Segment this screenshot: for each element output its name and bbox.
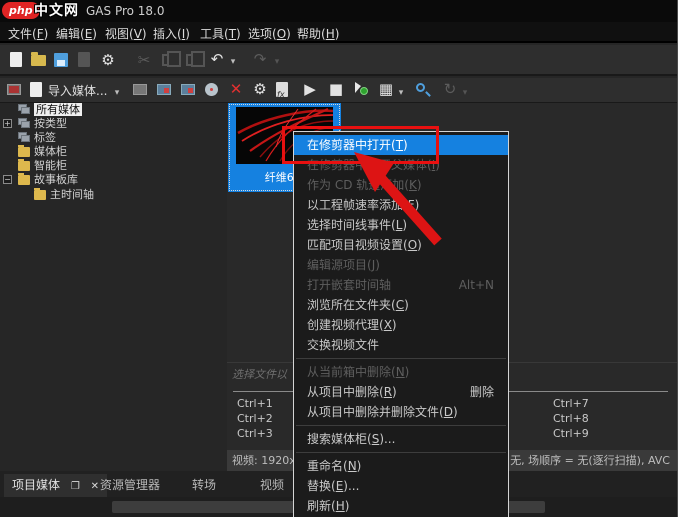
import-media-button[interactable]: 导入媒体... xyxy=(48,82,107,99)
bin-icon xyxy=(34,188,46,200)
site-watermark: 中文网 xyxy=(34,3,79,19)
tree-item-tags[interactable]: 标签 xyxy=(0,131,227,145)
menu-item-add-as-cd-track: 作为 CD 轨道添加(K) xyxy=(307,178,422,192)
tab-transitions[interactable]: 转场 xyxy=(184,474,224,497)
save-project-icon[interactable] xyxy=(51,50,71,70)
capture-screenshot-icon[interactable] xyxy=(130,80,150,100)
views-grid-icon[interactable]: ▦ xyxy=(376,79,396,99)
menu-file[interactable]: 文件(F) xyxy=(8,25,48,42)
selection-hint-text: 选择文件以 xyxy=(232,368,287,381)
menu-separator xyxy=(294,355,508,362)
menu-item-edit-source-project: 编辑源项目(J) xyxy=(307,258,380,272)
undo-dropdown-icon[interactable]: ▾ xyxy=(228,52,238,72)
status-video-left: 视频: 1920x xyxy=(232,454,296,467)
copy-icon[interactable] xyxy=(158,50,181,70)
get-photo-icon[interactable] xyxy=(178,80,198,100)
collapse-minus-icon[interactable]: − xyxy=(3,175,12,184)
menu-insert[interactable]: 插入(I) xyxy=(153,25,190,42)
project-properties-gear-icon[interactable]: ⚙ xyxy=(98,50,118,70)
menu-item-add-at-project-framerate[interactable]: 以工程帧速率添加(F) xyxy=(294,195,508,215)
shortcut-divider-right xyxy=(509,391,668,392)
cut-icon[interactable]: ✂ xyxy=(134,50,154,70)
tree-item-storyboard-library[interactable]: − 故事板库 xyxy=(0,173,227,187)
media-toolbar: 导入媒体... ▾ ✕ ⚙ ▶ ■ ▦ ▾ ↻ ▾ xyxy=(0,78,677,105)
menu-item-browse-containing-folder[interactable]: 浏览所在文件夹(C) xyxy=(294,295,508,315)
tab-video-fx[interactable]: 视频 xyxy=(252,474,292,497)
tree-item-by-type[interactable]: + 按类型 xyxy=(0,117,227,131)
shortcut-list-right: Ctrl+7 Ctrl+8 Ctrl+9 xyxy=(553,397,589,440)
bin-icon xyxy=(18,159,30,171)
media-fx-icon[interactable] xyxy=(274,80,294,105)
shortcut-divider-left xyxy=(233,391,293,392)
auto-preview-icon[interactable] xyxy=(350,79,370,99)
menu-item-remove-from-project[interactable]: 从项目中删除(R) 删除 xyxy=(294,382,508,402)
menu-item-replace[interactable]: 替换(E)... xyxy=(294,476,508,496)
menu-item-create-video-proxy[interactable]: 创建视频代理(X) xyxy=(294,315,508,335)
start-preview-icon[interactable]: ▶ xyxy=(300,79,320,99)
menu-options[interactable]: 选项(O) xyxy=(248,25,291,42)
context-menu: 在修剪器中打开(T) 在修剪器中打开父媒体(I) 作为 CD 轨道添加(K) 以… xyxy=(293,131,509,517)
menu-item-rename[interactable]: 重命名(N) xyxy=(294,456,508,476)
menu-item-search-media-bins[interactable]: 搜索媒体柜(S)... xyxy=(294,429,508,449)
tree-item-media-bins[interactable]: 媒体柜 xyxy=(0,145,227,159)
redo-icon[interactable]: ↷ xyxy=(250,49,270,69)
menu-item-remove-from-current-bin: 从当前箱中删除(N) xyxy=(307,365,410,379)
menu-edit[interactable]: 编辑(E) xyxy=(56,25,97,42)
paste-icon[interactable] xyxy=(182,50,205,70)
tree-item-smart-bins[interactable]: 智能柜 xyxy=(0,159,227,173)
shortcut-list-left: Ctrl+1 Ctrl+2 Ctrl+3 xyxy=(237,397,273,440)
float-window-icon[interactable]: ❐ xyxy=(71,481,80,492)
delete-from-project-icon[interactable]: ✕ xyxy=(226,79,246,99)
tab-explorer[interactable]: 资源管理器 xyxy=(92,474,168,497)
media-bins-tree: 所有媒体 + 按类型 标签 媒体柜 智能柜 − 故事板库 主时间轴 xyxy=(0,103,227,471)
stop-preview-icon[interactable]: ■ xyxy=(326,79,346,99)
open-project-icon[interactable] xyxy=(28,50,48,70)
tree-item-main-timeline[interactable]: 主时间轴 xyxy=(0,188,227,202)
menu-tools[interactable]: 工具(T) xyxy=(200,25,241,42)
bin-icon xyxy=(18,173,30,185)
undo-icon[interactable]: ↶ xyxy=(207,49,227,69)
menu-separator xyxy=(294,449,508,456)
media-properties-gear-icon[interactable]: ⚙ xyxy=(250,79,270,99)
redo-dropdown-icon[interactable]: ▾ xyxy=(272,52,282,72)
menu-item-select-timeline-events[interactable]: 选择时间线事件(L) xyxy=(294,215,508,235)
import-media-dropdown-icon[interactable]: ▾ xyxy=(112,83,122,103)
menu-help[interactable]: 帮助(H) xyxy=(297,25,339,42)
menu-bar: 文件(F) 编辑(E) 视图(V) 插入(I) 工具(T) 选项(O) 帮助(H… xyxy=(0,22,677,43)
capture-video-icon[interactable] xyxy=(154,80,174,100)
new-project-icon[interactable] xyxy=(6,50,26,70)
menu-item-swap-video-file[interactable]: 交换视频文件 xyxy=(294,335,508,355)
window-title: GAS Pro 18.0 xyxy=(86,4,165,18)
refresh-icon[interactable]: ↻ xyxy=(440,79,460,99)
annotation-highlight-box xyxy=(282,126,439,164)
render-as-icon[interactable] xyxy=(74,50,94,70)
menu-view[interactable]: 视图(V) xyxy=(105,25,147,42)
expand-plus-icon[interactable]: + xyxy=(3,119,12,128)
views-dropdown-icon[interactable]: ▾ xyxy=(396,83,406,103)
menu-item-remove-from-project-and-delete[interactable]: 从项目中删除并删除文件(D) xyxy=(294,402,508,422)
tree-item-all-media[interactable]: 所有媒体 xyxy=(0,103,227,117)
device-explorer-icon[interactable] xyxy=(4,80,24,100)
title-bar: php 中文网 GAS Pro 18.0 xyxy=(0,0,677,22)
menu-item-open-nested-timeline: 打开嵌套时间轴 Alt+N xyxy=(307,278,494,292)
application-window: php 中文网 GAS Pro 18.0 文件(F) 编辑(E) 视图(V) 插… xyxy=(0,0,678,517)
extract-audio-cd-icon[interactable] xyxy=(202,80,222,100)
menu-item-match-project-video-settings[interactable]: 匹配项目视频设置(O) xyxy=(294,235,508,255)
bin-icon xyxy=(18,145,30,157)
main-toolbar: ⚙ ✂ ↶ ▾ ↷ ▾ xyxy=(0,45,677,76)
search-media-bins-icon[interactable] xyxy=(412,80,432,100)
refresh-dropdown-icon[interactable]: ▾ xyxy=(460,83,470,103)
menu-separator xyxy=(294,422,508,429)
import-media-icon[interactable] xyxy=(26,80,46,100)
status-video-right: 无, 场顺序 = 无(逐行扫描), AVC xyxy=(510,454,670,467)
menu-item-refresh[interactable]: 刷新(H) xyxy=(294,496,508,516)
